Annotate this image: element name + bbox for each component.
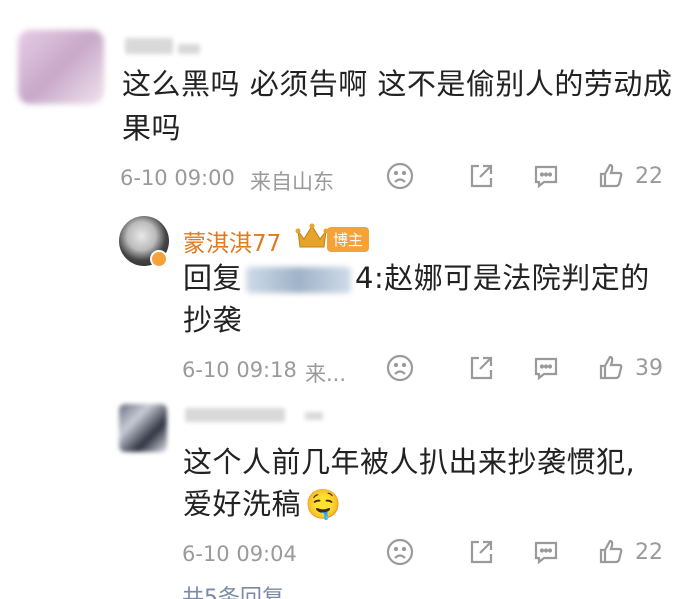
thumbs-up-icon <box>599 163 623 188</box>
blogger-badge: 博主 <box>327 227 370 252</box>
view-replies-link[interactable]: 共5条回复 <box>182 584 284 599</box>
sad-face-icon <box>386 162 414 190</box>
reply-text-line-1: 回复 4:赵娜可是法院判定的 <box>183 256 650 300</box>
reply-username[interactable]: 蒙淇淇77 <box>183 224 281 258</box>
like-count: 22 <box>635 163 663 189</box>
reply-button[interactable] <box>532 354 560 382</box>
dislike-button[interactable] <box>386 162 414 190</box>
like-button[interactable]: 22 <box>597 538 663 566</box>
share-button[interactable] <box>467 162 495 190</box>
like-button[interactable]: 39 <box>597 354 663 382</box>
comment-icon <box>534 541 558 565</box>
verified-badge-icon <box>150 250 168 268</box>
like-count: 39 <box>635 355 663 381</box>
like-count: 22 <box>635 539 663 565</box>
avatar[interactable] <box>18 30 104 104</box>
share-button[interactable] <box>467 354 495 382</box>
comment-time: 6-10 09:00 <box>120 166 235 190</box>
username-blurred-2 <box>178 44 200 54</box>
comment-text: 爱好洗稿 <box>183 487 302 521</box>
like-button[interactable]: 22 <box>597 162 663 190</box>
comment-text-line-1: 这个人前几年被人扒出来抄袭惯犯, <box>183 445 636 479</box>
mention-blurred[interactable] <box>246 267 352 293</box>
comment-time: 6-10 09:04 <box>182 542 297 566</box>
crown-icon <box>295 221 329 251</box>
sad-face-icon <box>386 538 414 566</box>
reply-text-line-2: 抄袭 <box>183 303 243 337</box>
drooling-emoji-icon: 🤤 <box>305 487 342 521</box>
reply-button[interactable] <box>532 538 560 566</box>
username-blurred-2 <box>305 412 323 420</box>
share-icon <box>470 164 493 188</box>
reply-location: 来... <box>305 362 347 386</box>
thumbs-up-icon <box>599 539 623 564</box>
comment-icon <box>534 357 558 381</box>
reply-time: 6-10 09:18 <box>182 358 297 382</box>
dislike-button[interactable] <box>386 538 414 566</box>
share-button[interactable] <box>467 538 495 566</box>
username-blurred[interactable] <box>185 408 285 422</box>
username-blurred[interactable] <box>125 38 173 54</box>
share-icon <box>470 540 493 564</box>
comment-text-line-1: 这么黑吗 必须告啊 这不是偷别人的劳动成 <box>122 67 673 101</box>
reply-content: 4:赵娜可是法院判定的 <box>355 261 650 295</box>
comment-text-line-2: 果吗 <box>122 111 182 145</box>
comment-text-line-2: 爱好洗稿 🤤 <box>183 482 342 526</box>
comment-icon <box>534 165 558 189</box>
reply-button[interactable] <box>532 162 560 190</box>
avatar[interactable] <box>119 404 167 452</box>
reply-prefix: 回复 <box>183 261 243 295</box>
dislike-button[interactable] <box>386 354 414 382</box>
share-icon <box>470 356 493 380</box>
thumbs-up-icon <box>599 355 623 380</box>
comment-location: 来自山东 <box>250 170 334 194</box>
sad-face-icon <box>386 354 414 382</box>
